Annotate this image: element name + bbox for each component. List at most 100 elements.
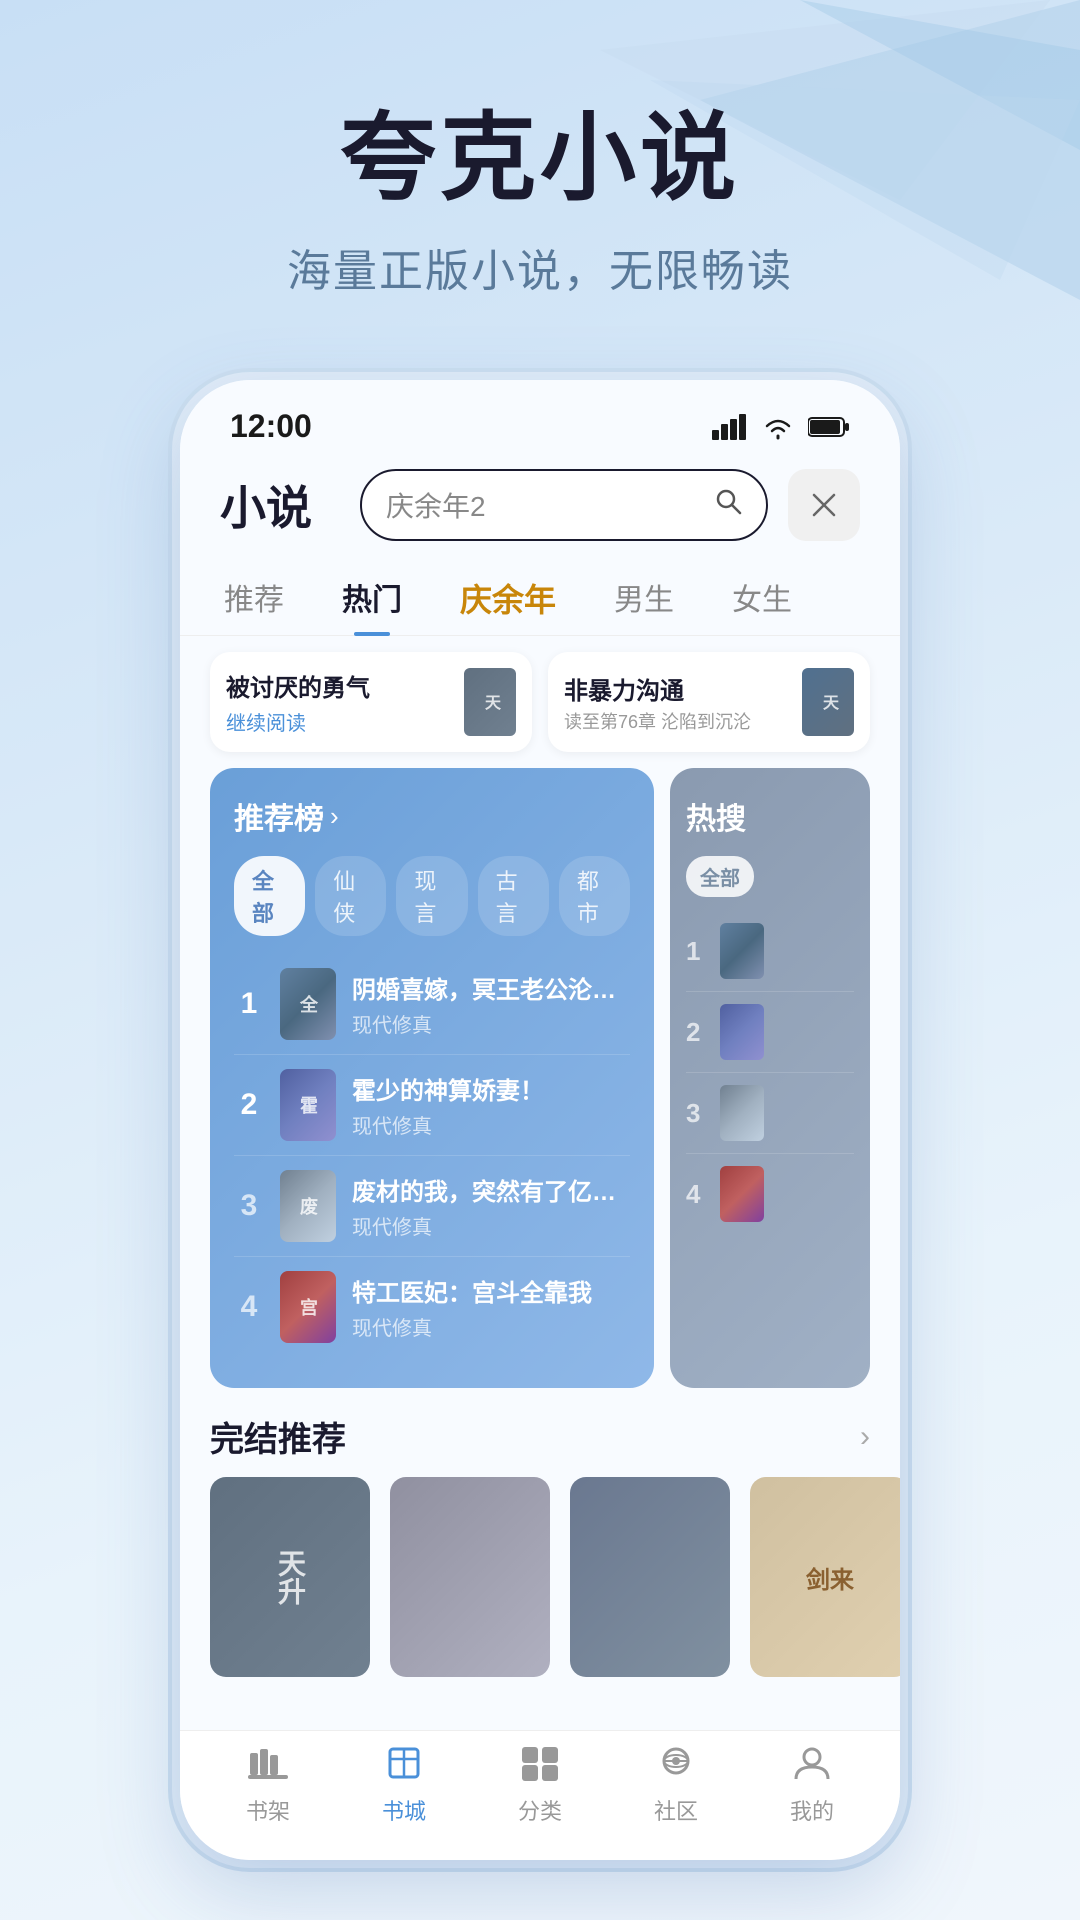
cover-label-1: 天 — [464, 668, 516, 736]
nav-bookshelf[interactable]: 书架 — [246, 1745, 290, 1826]
nav-category[interactable]: 分类 — [518, 1745, 562, 1826]
continue-info-2: 非暴力沟通 读至第76章 沦陷到沉沦 — [564, 671, 788, 734]
hot-book-2[interactable]: 2 — [686, 992, 854, 1073]
bottom-nav: 书架 书城 分类 — [180, 1730, 900, 1860]
nav-bookshelf-label: 书架 — [246, 1794, 290, 1826]
continue-cover-1: 天 — [464, 668, 516, 736]
rank-3: 3 — [234, 1189, 264, 1223]
continue-cover-2: 天 — [802, 668, 854, 736]
completed-book-1[interactable]: 天升 — [210, 1477, 370, 1677]
category-icon — [520, 1745, 560, 1788]
completed-section: 完结推荐 › 天升 剑来 — [180, 1388, 900, 1693]
book-cover-4: 宫 — [280, 1271, 336, 1343]
tab-recommend[interactable]: 推荐 — [220, 561, 288, 635]
filter-all[interactable]: 全部 — [234, 856, 305, 936]
completed-title: 完结推荐 — [210, 1412, 346, 1461]
recommend-book-1[interactable]: 1 全 阴婚喜嫁，冥王老公沦陷了 现代修真 — [234, 954, 630, 1055]
continue-card-2[interactable]: 非暴力沟通 读至第76章 沦陷到沉沦 天 — [548, 652, 870, 752]
completed-cover-text-2 — [390, 1477, 550, 1677]
completed-cover-text-1: 天升 — [210, 1477, 370, 1677]
battery-icon — [808, 416, 850, 438]
recommend-arrow[interactable]: › — [330, 801, 339, 832]
completed-books: 天升 剑来 — [210, 1477, 870, 1677]
filter-guyan[interactable]: 古言 — [478, 856, 549, 936]
signal-icon — [712, 414, 748, 440]
hot-rank-3: 3 — [686, 1098, 710, 1129]
hot-rank-2: 2 — [686, 1017, 710, 1048]
community-icon — [656, 1745, 696, 1788]
hot-filter-all[interactable]: 全部 — [686, 856, 754, 897]
app-header-area: 夸克小说 海量正版小说，无限畅读 — [0, 80, 1080, 299]
logo-text: 小说 — [220, 472, 340, 538]
book-cover-3: 废 — [280, 1170, 336, 1242]
tab-female[interactable]: 女生 — [728, 561, 796, 635]
book-genre-4: 现代修真 — [352, 1312, 630, 1341]
hot-book-3[interactable]: 3 — [686, 1073, 854, 1154]
continue-action-2: 读至第76章 沦陷到沉沦 — [564, 708, 788, 734]
hot-rank-4: 4 — [686, 1179, 710, 1210]
tab-hot[interactable]: 热门 — [338, 561, 406, 635]
book-genre-3: 现代修真 — [352, 1211, 630, 1240]
filter-xianxia[interactable]: 仙侠 — [315, 856, 386, 936]
rank-2: 2 — [234, 1088, 264, 1122]
completed-book-2[interactable] — [390, 1477, 550, 1677]
book-name-3: 废材的我，突然有了亿万年 — [352, 1172, 630, 1207]
search-icon[interactable] — [714, 487, 742, 523]
tab-special[interactable]: 庆余年 — [456, 561, 560, 635]
top-bar: 小说 庆余年2 — [180, 457, 900, 561]
book-info-1: 阴婚喜嫁，冥王老公沦陷了 现代修真 — [352, 970, 630, 1038]
rank-1: 1 — [234, 987, 264, 1021]
main-content-area: 推荐榜 › 全部 仙侠 现言 古言 都市 1 全 阴婚喜嫁，冥王老公沦陷了 现代… — [180, 768, 900, 1388]
cover-text-2: 霍 — [280, 1069, 336, 1141]
recommend-book-3[interactable]: 3 废 废材的我，突然有了亿万年 现代修真 — [234, 1156, 630, 1257]
hot-cover-4 — [720, 1166, 764, 1222]
rank-4: 4 — [234, 1290, 264, 1324]
close-button[interactable] — [788, 469, 860, 541]
search-bar[interactable]: 庆余年2 — [360, 469, 768, 541]
hot-cover-1 — [720, 923, 764, 979]
continue-action-1: 继续阅读 — [226, 707, 450, 736]
book-info-3: 废材的我，突然有了亿万年 现代修真 — [352, 1172, 630, 1240]
status-time: 12:00 — [230, 408, 312, 445]
filter-dushi[interactable]: 都市 — [559, 856, 630, 936]
nav-tabs: 推荐 热门 庆余年 男生 女生 — [180, 561, 900, 636]
book-cover-2: 霍 — [280, 1069, 336, 1141]
bookshelf-icon — [248, 1745, 288, 1788]
completed-cover-text-3 — [570, 1477, 730, 1677]
nav-bookstore[interactable]: 书城 — [382, 1745, 426, 1826]
cover-text-1: 全 — [280, 968, 336, 1040]
completed-cover-text-4: 剑来 — [750, 1477, 900, 1677]
continue-card-1[interactable]: 被讨厌的勇气 继续阅读 天 — [210, 652, 532, 752]
book-info-2: 霍少的神算娇妻！ 现代修真 — [352, 1071, 630, 1139]
hot-title: 热搜 — [686, 794, 746, 838]
status-bar: 12:00 — [180, 380, 900, 457]
recommend-filter-tabs: 全部 仙侠 现言 古言 都市 — [234, 856, 630, 936]
continue-title-2: 非暴力沟通 — [564, 671, 788, 706]
nav-profile[interactable]: 我的 — [790, 1745, 834, 1826]
completed-header: 完结推荐 › — [210, 1412, 870, 1461]
bookstore-icon — [384, 1745, 424, 1788]
recommend-title: 推荐榜 — [234, 794, 324, 838]
hot-header: 热搜 — [686, 794, 854, 838]
tab-male[interactable]: 男生 — [610, 561, 678, 635]
book-name-4: 特工医妃：宫斗全靠我 — [352, 1273, 630, 1308]
recommend-book-4[interactable]: 4 宫 特工医妃：宫斗全靠我 现代修真 — [234, 1257, 630, 1357]
cover-label-2: 天 — [802, 668, 854, 736]
hot-cover-3 — [720, 1085, 764, 1141]
completed-arrow[interactable]: › — [860, 1420, 870, 1454]
cover-text-3: 废 — [280, 1170, 336, 1242]
recommend-book-2[interactable]: 2 霍 霍少的神算娇妻！ 现代修真 — [234, 1055, 630, 1156]
hot-book-1[interactable]: 1 — [686, 911, 854, 992]
nav-community[interactable]: 社区 — [654, 1745, 698, 1826]
hot-book-4[interactable]: 4 — [686, 1154, 854, 1234]
profile-icon — [792, 1745, 832, 1788]
phone-frame: 12:00 小说 庆余年 — [180, 380, 900, 1860]
recommend-header: 推荐榜 › — [234, 794, 630, 838]
book-cover-1: 全 — [280, 968, 336, 1040]
completed-book-3[interactable] — [570, 1477, 730, 1677]
filter-xiandai[interactable]: 现言 — [396, 856, 467, 936]
book-name-2: 霍少的神算娇妻！ — [352, 1071, 630, 1106]
hot-panel: 热搜 全部 1 2 3 4 — [670, 768, 870, 1388]
completed-book-4[interactable]: 剑来 — [750, 1477, 900, 1677]
cover-text-4: 宫 — [280, 1271, 336, 1343]
